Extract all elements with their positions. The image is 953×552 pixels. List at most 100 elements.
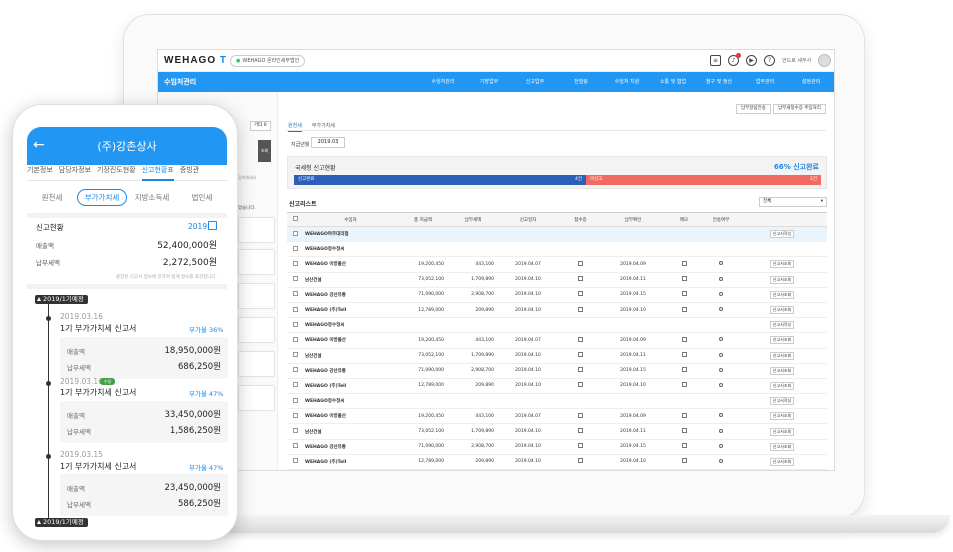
receipt-icon[interactable]: [578, 367, 583, 373]
receipt-icon[interactable]: [578, 443, 583, 449]
memo-icon[interactable]: ≡: [710, 55, 721, 66]
row-checkbox[interactable]: [292, 245, 298, 251]
company-selector[interactable]: ● WEHAGO 온라인세무법인: [230, 55, 306, 67]
row-action-button[interactable]: 신고서조회: [769, 290, 795, 299]
menu-item[interactable]: 수임처관리: [420, 72, 466, 92]
receipt-icon[interactable]: [578, 412, 583, 418]
client-name[interactable]: 남산건설: [303, 423, 398, 440]
table-row[interactable]: WEHAGO여주대리점 신고서작성: [287, 226, 827, 243]
memo-icon[interactable]: [681, 367, 687, 373]
client-name[interactable]: WEHAGO 이방물산: [303, 256, 398, 273]
row-checkbox[interactable]: [292, 260, 298, 266]
select-all-checkbox[interactable]: [292, 216, 298, 221]
client-name[interactable]: WEHAGO (주)Tell: [303, 378, 398, 395]
search-button[interactable]: 조회: [258, 140, 271, 162]
client-card[interactable]: [238, 217, 275, 243]
table-row[interactable]: 남산건설 73,052,100 1,709,890 2019.04.10 2019.04…: [287, 423, 827, 440]
menu-item[interactable]: 소통 및 협업: [650, 72, 696, 92]
menu-item[interactable]: 전빌링: [558, 72, 604, 92]
client-name[interactable]: WEHAGO정수정씨: [303, 393, 398, 410]
row-action-button[interactable]: 신고서조회: [769, 306, 795, 315]
row-checkbox[interactable]: [292, 336, 298, 342]
receipt-icon[interactable]: [578, 276, 583, 282]
alarm-icon[interactable]: ♪: [728, 53, 741, 66]
client-card[interactable]: [238, 317, 275, 343]
row-checkbox[interactable]: [292, 428, 298, 434]
receipt-icon[interactable]: [578, 291, 583, 297]
card-summary[interactable]: 매출액 23,450,000원 납부세액 586,250원: [60, 474, 228, 516]
memo-icon[interactable]: [681, 260, 687, 266]
client-name[interactable]: WEHAGO 이방물산: [303, 332, 398, 349]
table-row[interactable]: WEHAGO 강산유통 71,090,000 2,908,700 2019.04.10…: [287, 439, 827, 455]
help-icon[interactable]: ?: [764, 55, 775, 66]
service-icon[interactable]: ▶: [746, 55, 757, 66]
memo-icon[interactable]: [681, 412, 687, 418]
menu-item[interactable]: 업무관리: [742, 72, 788, 92]
client-name[interactable]: WEHAGO (주)Tell: [303, 302, 398, 319]
client-name[interactable]: 남산건설: [303, 348, 398, 364]
receipt-icon[interactable]: [578, 458, 583, 464]
row-action-button[interactable]: 신고서조회: [769, 442, 795, 451]
row-action-button[interactable]: 신고서작성: [769, 321, 795, 330]
seg-local-income[interactable]: 지방소득세: [127, 192, 177, 203]
avatar[interactable]: [818, 54, 831, 67]
row-checkbox[interactable]: [292, 291, 298, 297]
row-action-button[interactable]: 신고서조회: [769, 427, 795, 436]
row-checkbox[interactable]: [292, 382, 298, 388]
row-action-button[interactable]: 신고서조회: [769, 457, 795, 466]
seg-corporate[interactable]: 법인세: [177, 192, 227, 203]
card-title[interactable]: 1기 부가가치세 신고서: [60, 387, 136, 398]
receipt-icon[interactable]: [578, 306, 583, 312]
row-action-button[interactable]: 신고서조회: [769, 412, 795, 421]
receipt-icon[interactable]: [578, 336, 583, 342]
send-payment-notice-button[interactable]: 납부알림전송: [736, 104, 771, 114]
row-checkbox[interactable]: [292, 276, 298, 282]
client-card[interactable]: [238, 249, 275, 275]
client-name[interactable]: WEHAGO 이방물산: [303, 408, 398, 425]
row-checkbox[interactable]: [292, 230, 298, 236]
menu-item[interactable]: 신고업무: [512, 72, 558, 92]
card-summary[interactable]: 매출액 18,950,000원 납부세액 686,250원: [60, 337, 228, 379]
receipt-process-button[interactable]: 납부세정수증 추입처리: [773, 104, 826, 114]
row-action-button[interactable]: 신고서조회: [769, 275, 795, 284]
row-action-button[interactable]: 신고서조회: [769, 381, 795, 390]
receipt-icon[interactable]: [578, 260, 583, 266]
table-row[interactable]: 남산건설 73,052,100 1,709,890 2019.04.10 2019.04…: [287, 272, 827, 288]
row-checkbox[interactable]: [292, 443, 298, 449]
pay-month-field[interactable]: 2019.03: [311, 137, 345, 148]
row-action-button[interactable]: 신고서조회: [769, 351, 795, 360]
list-filter-select[interactable]: 전체 ▾: [759, 197, 827, 207]
table-row[interactable]: WEHAGO 이방물산 19,200,450 443,100 2019.04.07 20…: [287, 408, 827, 425]
memo-icon[interactable]: [681, 352, 687, 358]
row-action-button[interactable]: 신고서조회: [769, 260, 795, 269]
tab-filing-status[interactable]: 신고현황표: [141, 165, 174, 181]
memo-icon[interactable]: [681, 428, 687, 434]
wehago-logo[interactable]: WEHAGO T: [164, 55, 227, 66]
table-row[interactable]: 남산건설 73,052,100 1,709,890 2019.04.10 2019.04…: [287, 348, 827, 364]
client-name[interactable]: WEHAGO 강산유통: [303, 439, 398, 455]
client-name[interactable]: WEHAGO정수정씨: [303, 317, 398, 334]
unfiled-bar[interactable]: 미신고 2건: [586, 175, 821, 185]
row-checkbox[interactable]: [292, 306, 298, 312]
seg-withholding[interactable]: 원천세: [27, 192, 77, 203]
memo-icon[interactable]: [681, 458, 687, 464]
card-title[interactable]: 1기 부가가치세 신고서: [60, 461, 136, 472]
client-card[interactable]: [238, 283, 275, 309]
tab-basic-info[interactable]: 기본정보: [27, 165, 53, 180]
table-row[interactable]: WEHAGO (주)Tell 12,789,000 209,890 2019.04.1…: [287, 454, 827, 470]
memo-icon[interactable]: [681, 291, 687, 297]
seg-vat[interactable]: 부가가치세: [77, 188, 127, 206]
report-year[interactable]: 2019: [188, 222, 207, 231]
filed-bar[interactable]: 신고완료 4건: [294, 175, 586, 185]
receipt-icon[interactable]: [578, 382, 583, 388]
table-row[interactable]: WEHAGO정수정씨 신고서작성: [287, 317, 827, 334]
row-checkbox[interactable]: [292, 321, 298, 327]
memo-icon[interactable]: [681, 382, 687, 388]
menu-item[interactable]: 기장업무: [466, 72, 512, 92]
table-row[interactable]: WEHAGO (주)Tell 12,789,000 209,890 2019.04.1…: [287, 378, 827, 395]
client-name[interactable]: WEHAGO 강산유통: [303, 363, 398, 379]
table-row[interactable]: WEHAGO 이방물산 19,200,450 443,100 2019.04.07 20…: [287, 332, 827, 349]
receipt-icon[interactable]: [578, 352, 583, 358]
username[interactable]: 안드로 세무사: [782, 57, 811, 64]
row-action-button[interactable]: 신고서조회: [769, 366, 795, 375]
